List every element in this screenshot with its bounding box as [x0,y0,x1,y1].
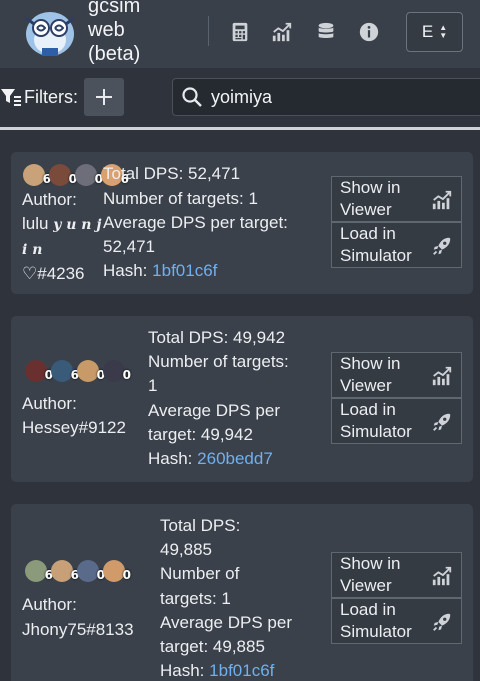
author-label: Author: [22,190,77,209]
character-portrait: 0 [77,360,105,382]
average-dps-value: target: 49,942 [148,425,253,444]
load-in-simulator-button[interactable]: Load in Simulator [331,222,462,268]
add-filter-button[interactable] [84,78,124,116]
character-portrait: 0 [25,360,53,382]
chart-line-icon[interactable] [270,20,294,44]
show-in-viewer-button[interactable]: Show in Viewer [331,352,462,398]
character-portrait: 6 [51,560,79,582]
author-name: lulu y u n j i n ♡#4236 [22,214,102,283]
plus-icon [96,89,112,105]
filters-label: Filters: [24,86,78,107]
average-dps-label: Average DPS per [160,613,292,632]
rocket-icon [433,237,451,255]
search-icon [182,87,202,107]
top-navbar: gcsim web (beta) E ▲ ▼ [0,0,480,68]
sort-caret-icon: ▲ ▼ [439,23,448,40]
average-dps-label: Average DPS per [148,401,280,420]
author-label: Author: [22,394,77,413]
character-portrait: 0 [77,560,105,582]
filter-icon [1,89,21,106]
number-of-targets-value: 1 [148,376,158,395]
average-dps-value: 52,471 [103,237,155,256]
filters-toggle[interactable]: Filters: [0,86,78,108]
author-name: Jhony75#8133 [22,620,134,639]
character-portrait: 0 [103,360,131,382]
simulation-card: 0 6 0 0 Author: Hessey#9122 Total DPS: 4… [11,316,473,482]
character-portrait: 6 [23,164,51,186]
gcsim-logo[interactable] [20,4,80,60]
search-box[interactable] [172,78,480,116]
simulation-card: 6 6 0 0 Author: Jhony75#8133 Total DPS: … [11,504,473,681]
number-of-targets: Number of [160,564,240,583]
character-portrait: 6 [51,360,79,382]
hash-link[interactable]: 1bf01c6f [209,661,274,680]
character-portrait: 0 [75,164,103,186]
show-in-viewer-button[interactable]: Show in Viewer [331,176,462,222]
author-name: Hessey#9122 [22,418,126,437]
total-dps: Total DPS: 49,942 [148,328,286,347]
rocket-icon [433,613,451,631]
number-of-targets: Number of targets: 1 [103,189,258,208]
info-icon[interactable] [357,20,381,44]
total-dps: Total DPS: [160,516,241,535]
hash-link[interactable]: 1bf01c6f [152,261,217,280]
character-portrait: 0 [49,164,77,186]
database-icon[interactable] [314,20,338,44]
hash-row: Hash: 1bf01c6f [103,261,218,280]
hash-row: Hash: 260bedd7 [148,449,273,468]
character-portrait: 0 [103,560,131,582]
team-portraits: 0 6 0 0 [25,360,131,382]
simulation-card: 6 0 0 6 Author: lulu y u n j i n ♡#4236 … [11,152,473,294]
load-in-simulator-button[interactable]: Load in Simulator [331,598,462,644]
hash-link[interactable]: 260bedd7 [197,449,273,468]
hash-row: Hash: 1bf01c6f [160,661,275,680]
chart-line-icon [432,366,452,386]
search-input[interactable] [211,86,480,108]
language-select-button[interactable]: E ▲ ▼ [406,12,463,52]
average-dps-label: Average DPS per target: [103,213,288,232]
number-of-targets-value: targets: 1 [160,589,231,608]
load-in-simulator-button[interactable]: Load in Simulator [331,398,462,444]
nav-divider [208,16,209,46]
chart-line-icon [432,566,452,586]
team-portraits: 6 6 0 0 [25,560,131,582]
average-dps-value: target: 49,885 [160,637,265,656]
character-portrait: 6 [25,560,53,582]
language-label: E [421,22,434,41]
chart-line-icon [432,190,452,210]
show-in-viewer-button[interactable]: Show in Viewer [331,552,462,598]
brand-title[interactable]: gcsim web (beta) [88,0,178,66]
calculator-icon[interactable] [228,20,252,44]
total-dps: Total DPS: 52,471 [103,164,241,183]
rocket-icon [433,413,451,431]
number-of-targets: Number of targets: [148,352,289,371]
total-dps-value: 49,885 [160,540,212,559]
section-divider [0,127,480,130]
author-label: Author: [22,595,77,614]
